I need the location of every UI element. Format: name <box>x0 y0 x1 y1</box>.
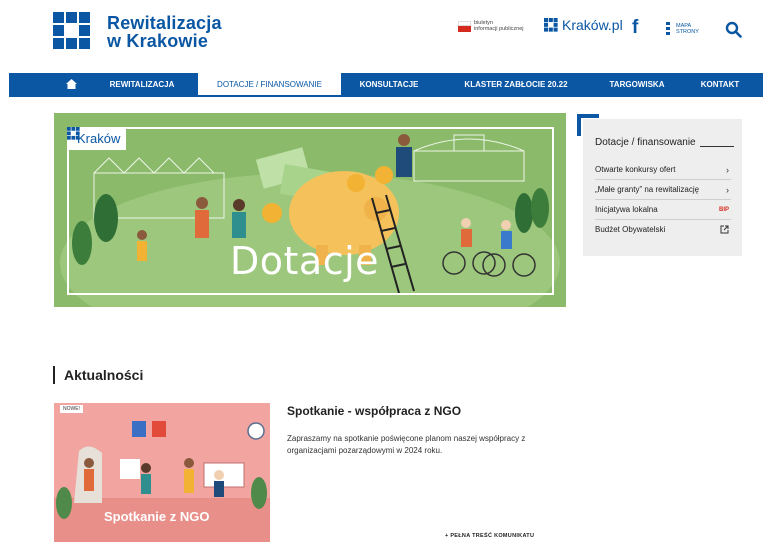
sidebar-item-konkursy[interactable]: Otwarte konkursy ofert › <box>595 160 731 180</box>
sitemap-link[interactable]: MAPA STRONY <box>666 22 699 35</box>
sidebar-item-label: Budżet Obywatelski <box>595 225 666 234</box>
site-logo-text[interactable]: Rewitalizacja w Krakowie <box>107 14 222 50</box>
sidebar-item-label: Otwarte konkursy ofert <box>595 165 676 174</box>
nav-konsultacje[interactable]: KONSULTACJE <box>349 73 429 97</box>
krakow-pl-link[interactable]: Kraków.pl <box>544 17 623 33</box>
logo-line1: Rewitalizacja <box>107 13 222 33</box>
nav-dotacje[interactable]: DOTACJE / FINANSOWANIE <box>198 73 341 97</box>
krakow-logo-icon[interactable] <box>53 12 91 50</box>
sidebar-item-budzet[interactable]: Budżet Obywatelski <box>595 220 731 240</box>
news-read-more-link[interactable]: + PEŁNA TREŚĆ KOMUNIKATU <box>445 533 534 539</box>
krakow-pl-icon <box>544 18 558 32</box>
chevron-right-icon: › <box>726 165 729 175</box>
news-item-lead: Zapraszamy na spotkanie poświęcone plano… <box>287 434 526 455</box>
krakow-badge-icon <box>67 127 80 140</box>
bip-badge: BIP <box>718 207 729 213</box>
sidebar-menu: Dotacje / finansowanie Otwarte konkursy … <box>583 119 742 256</box>
banner-brand: Kraków <box>77 131 121 146</box>
chevron-right-icon: › <box>726 185 729 195</box>
logo-line2: w Krakowie <box>107 31 209 51</box>
sidebar-title-text: Dotacje / finansowanie <box>595 137 696 148</box>
news-image[interactable]: NOWE! Spotkanie z NGO <box>54 403 270 542</box>
sidebar-title: Dotacje / finansowanie <box>595 137 734 148</box>
krakow-pl-label: Kraków.pl <box>562 17 623 33</box>
nav-klaster[interactable]: KLASTER ZABŁOCIE 20.22 <box>451 73 581 97</box>
new-badge: NOWE! <box>60 405 83 413</box>
news-section-title: Aktualności <box>64 367 144 383</box>
external-link-icon <box>720 225 729 234</box>
nav-rewitalizacja[interactable]: REWITALIZACJA <box>92 73 192 97</box>
bip-link[interactable]: biuletyn informacji publicznej <box>458 20 524 32</box>
home-icon[interactable] <box>66 79 77 89</box>
sitemap-icon <box>666 22 672 35</box>
banner-krakow-badge: Kraków <box>67 127 127 150</box>
bip-line2: informacji publicznej <box>474 26 524 32</box>
dotacje-banner: Kraków Dotacje <box>54 113 566 307</box>
sidebar-item-label: Inicjatywa lokalna <box>595 205 658 214</box>
bip-flag-icon <box>458 20 471 32</box>
sidebar-item-inicjatywa[interactable]: Inicjatywa lokalna BIP <box>595 200 731 220</box>
news-image-label: Spotkanie z NGO <box>104 509 210 524</box>
sidebar-item-male-granty[interactable]: „Małe granty” na rewitalizację › <box>595 180 731 200</box>
news-item-title[interactable]: Spotkanie - współpraca z NGO <box>287 404 461 418</box>
banner-title: Dotacje <box>230 239 380 283</box>
main-nav: REWITALIZACJA DOTACJE / FINANSOWANIE KON… <box>9 73 763 97</box>
news-section-bar <box>53 366 55 384</box>
facebook-icon[interactable]: f <box>632 17 638 39</box>
sidebar-item-label: „Małe granty” na rewitalizację <box>595 185 700 194</box>
search-icon[interactable] <box>725 21 742 38</box>
nav-targowiska[interactable]: TARGOWISKA <box>597 73 677 97</box>
sitemap-line2: STRONY <box>676 28 699 35</box>
nav-kontakt[interactable]: KONTAKT <box>687 73 753 97</box>
